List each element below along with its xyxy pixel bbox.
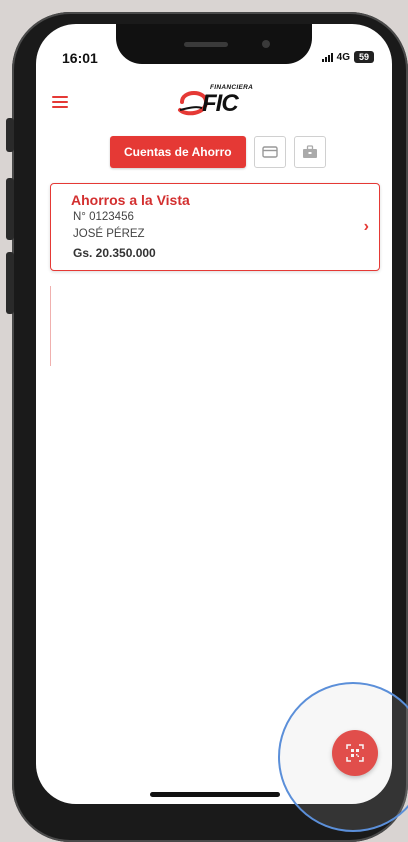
notch bbox=[116, 24, 312, 64]
home-indicator[interactable] bbox=[150, 792, 280, 797]
volume-down-button bbox=[6, 252, 14, 314]
network-label: 4G bbox=[336, 51, 350, 63]
briefcase-icon bbox=[302, 145, 317, 158]
volume-up-button bbox=[6, 178, 14, 240]
signal-icon bbox=[321, 52, 333, 62]
battery-icon: 59 bbox=[354, 51, 374, 63]
speaker bbox=[184, 42, 228, 47]
silent-switch bbox=[6, 118, 14, 152]
card-icon bbox=[261, 146, 278, 158]
account-title: Ahorros a la Vista bbox=[71, 192, 190, 208]
tab-investments[interactable] bbox=[293, 136, 326, 168]
logo-title: FIC bbox=[202, 90, 239, 117]
account-number: N° 0123456 bbox=[73, 211, 134, 223]
status-indicators: 4G 59 bbox=[321, 51, 374, 63]
status-time: 16:01 bbox=[62, 50, 98, 66]
divider-line bbox=[50, 286, 51, 366]
tab-cards[interactable] bbox=[253, 136, 286, 168]
account-holder: JOSÉ PÉREZ bbox=[73, 228, 145, 240]
chevron-right-icon[interactable]: › bbox=[364, 218, 369, 236]
account-balance: Gs. 20.350.000 bbox=[73, 246, 156, 260]
account-card[interactable]: Ahorros a la Vista N° 0123456 JOSÉ PÉREZ… bbox=[50, 183, 380, 271]
account-type-tabs: Cuentas de Ahorro bbox=[110, 136, 326, 168]
app-logo: FINANCIERA FIC bbox=[176, 84, 260, 118]
tab-savings[interactable]: Cuentas de Ahorro bbox=[110, 136, 246, 168]
menu-icon[interactable] bbox=[52, 96, 68, 108]
front-camera bbox=[262, 40, 270, 48]
